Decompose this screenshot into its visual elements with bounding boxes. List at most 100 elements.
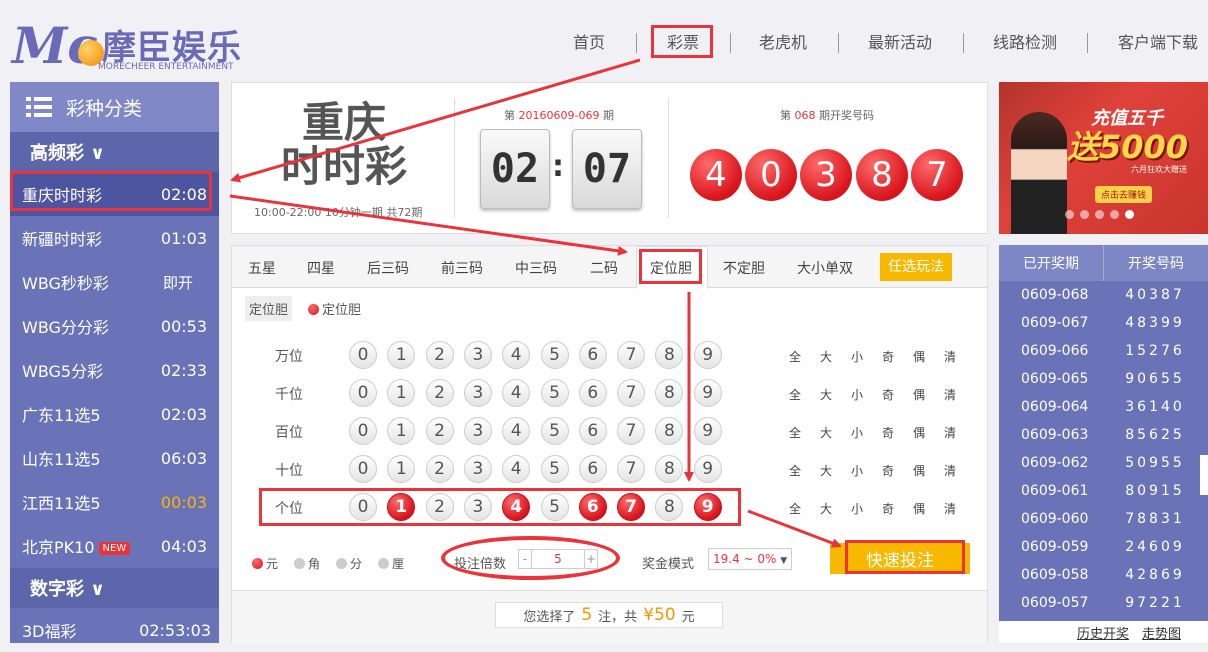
sidebar-item-3d[interactable]: 3D福彩 02:53:03 <box>10 608 219 652</box>
number-ball[interactable]: 1 <box>387 379 416 407</box>
sidebar-item-wbg-minute[interactable]: WBG分分彩 00:53 <box>10 304 219 348</box>
tab-last-three[interactable]: 后三码 <box>367 258 409 278</box>
number-ball[interactable]: 5 <box>540 379 569 407</box>
quick-pick-button[interactable]: 大 <box>820 462 832 479</box>
number-ball[interactable]: 8 <box>655 379 684 407</box>
quick-pick-button[interactable]: 小 <box>851 386 863 403</box>
quick-pick-button[interactable]: 全 <box>789 386 801 403</box>
quick-pick-button[interactable]: 奇 <box>882 348 894 365</box>
quick-pick-button[interactable]: 大 <box>820 500 832 517</box>
quick-pick-button[interactable]: 大 <box>820 424 832 441</box>
tab-five-star[interactable]: 五星 <box>248 258 276 278</box>
tab-first-three[interactable]: 前三码 <box>441 258 483 278</box>
history-link[interactable]: 历史开奖 <box>1077 623 1129 642</box>
bonus-mode-select[interactable]: 19.4 ~ 0% ▼ <box>708 548 792 570</box>
quick-pick-button[interactable]: 奇 <box>882 462 894 479</box>
number-ball[interactable]: 3 <box>463 379 492 407</box>
quick-pick-button[interactable]: 大 <box>820 348 832 365</box>
quick-pick-button[interactable]: 偶 <box>913 462 925 479</box>
group-digital[interactable]: 数字彩 ∨ <box>10 568 219 608</box>
number-ball[interactable]: 1 <box>387 341 416 369</box>
quick-pick-button[interactable]: 全 <box>789 462 801 479</box>
number-ball[interactable]: 5 <box>540 455 569 483</box>
number-ball[interactable]: 5 <box>540 417 569 445</box>
nav-client-download[interactable]: 客户端下载 <box>1118 30 1198 56</box>
sidebar-item-wbg-second[interactable]: WBG秒秒彩 即开 <box>10 260 219 304</box>
quick-pick-button[interactable]: 全 <box>789 500 801 517</box>
number-ball[interactable]: 3 <box>463 455 492 483</box>
tab-big-small[interactable]: 大小单双 <box>797 258 853 278</box>
unit-jiao[interactable]: 角 <box>294 555 320 572</box>
quick-pick-button[interactable]: 清 <box>944 386 956 403</box>
quick-pick-button[interactable]: 偶 <box>913 424 925 441</box>
nav-promotions[interactable]: 最新活动 <box>868 30 932 56</box>
number-ball[interactable]: 6 <box>578 379 607 407</box>
number-ball[interactable]: 7 <box>617 341 646 369</box>
number-ball[interactable]: 4 <box>502 341 531 369</box>
unit-yuan[interactable]: 元 <box>252 555 278 572</box>
number-ball[interactable]: 4 <box>502 455 531 483</box>
nav-line-check[interactable]: 线路检测 <box>993 30 1057 56</box>
sidebar-item-guangdong[interactable]: 广东11选5 02:03 <box>10 392 219 436</box>
number-ball[interactable]: 6 <box>578 455 607 483</box>
carousel-dot[interactable] <box>1095 210 1104 219</box>
quick-pick-button[interactable]: 清 <box>944 424 956 441</box>
number-ball[interactable]: 3 <box>463 341 492 369</box>
carousel-dot-active[interactable] <box>1125 210 1134 219</box>
side-float-tab[interactable] <box>1200 455 1208 495</box>
quick-pick-button[interactable]: 大 <box>820 386 832 403</box>
number-ball[interactable]: 7 <box>617 417 646 445</box>
quick-pick-button[interactable]: 小 <box>851 500 863 517</box>
number-ball[interactable]: 9 <box>693 455 722 483</box>
number-ball[interactable]: 6 <box>578 341 607 369</box>
tab-two[interactable]: 二码 <box>590 258 618 278</box>
number-ball[interactable]: 5 <box>540 341 569 369</box>
number-ball[interactable]: 4 <box>502 379 531 407</box>
tab-middle-three[interactable]: 中三码 <box>515 258 557 278</box>
number-ball[interactable]: 2 <box>425 379 454 407</box>
number-ball[interactable]: 1 <box>387 455 416 483</box>
number-ball[interactable]: 2 <box>425 455 454 483</box>
group-high-frequency[interactable]: 高频彩 ∨ <box>10 132 219 172</box>
quick-pick-button[interactable]: 小 <box>851 462 863 479</box>
quick-pick-button[interactable]: 清 <box>944 462 956 479</box>
number-ball[interactable]: 8 <box>655 341 684 369</box>
quick-pick-button[interactable]: 偶 <box>913 386 925 403</box>
sidebar-item-beijing-pk10[interactable]: 北京PK10 NEW 04:03 <box>10 524 219 568</box>
number-ball[interactable]: 7 <box>617 455 646 483</box>
subtab-fixed-position[interactable]: 定位胆 <box>245 296 293 321</box>
subtab-fixed-position-radio[interactable]: 定位胆 <box>308 299 361 318</box>
number-ball[interactable]: 0 <box>349 379 377 407</box>
quick-pick-button[interactable]: 奇 <box>882 424 894 441</box>
number-ball[interactable]: 0 <box>349 341 377 369</box>
unit-li[interactable]: 厘 <box>378 555 404 572</box>
carousel-dot[interactable] <box>1080 210 1089 219</box>
promo-banner[interactable]: 充值五千 送5000 六月狂欢大赠送 点击去赚钱 <box>999 82 1208 234</box>
quick-pick-button[interactable]: 奇 <box>882 386 894 403</box>
number-ball[interactable]: 3 <box>463 417 492 445</box>
number-ball[interactable]: 2 <box>425 341 454 369</box>
number-ball[interactable]: 4 <box>502 417 531 445</box>
number-ball[interactable]: 8 <box>655 417 684 445</box>
tab-optional[interactable]: 任选玩法 <box>880 253 952 281</box>
sidebar-item-wbg-5min[interactable]: WBG5分彩 02:33 <box>10 348 219 392</box>
number-ball[interactable]: 9 <box>693 341 722 369</box>
number-ball[interactable]: 0 <box>349 455 377 483</box>
tab-four-star[interactable]: 四星 <box>307 258 335 278</box>
carousel-dot[interactable] <box>1110 210 1119 219</box>
number-ball[interactable]: 2 <box>425 417 454 445</box>
quick-pick-button[interactable]: 奇 <box>882 500 894 517</box>
quick-pick-button[interactable]: 偶 <box>913 348 925 365</box>
sidebar-item-xinjiang[interactable]: 新疆时时彩 01:03 <box>10 216 219 260</box>
quick-pick-button[interactable]: 小 <box>851 348 863 365</box>
number-ball[interactable]: 8 <box>655 455 684 483</box>
tab-unfixed[interactable]: 不定胆 <box>723 258 765 278</box>
sidebar-item-jiangxi[interactable]: 江西11选5 00:03 <box>10 480 219 524</box>
trend-link[interactable]: 走势图 <box>1142 623 1181 642</box>
promo-button[interactable]: 点击去赚钱 <box>1095 186 1153 203</box>
quick-pick-button[interactable]: 全 <box>789 348 801 365</box>
number-ball[interactable]: 6 <box>578 417 607 445</box>
quick-pick-button[interactable]: 全 <box>789 424 801 441</box>
unit-fen[interactable]: 分 <box>336 555 362 572</box>
number-ball[interactable]: 7 <box>617 379 646 407</box>
